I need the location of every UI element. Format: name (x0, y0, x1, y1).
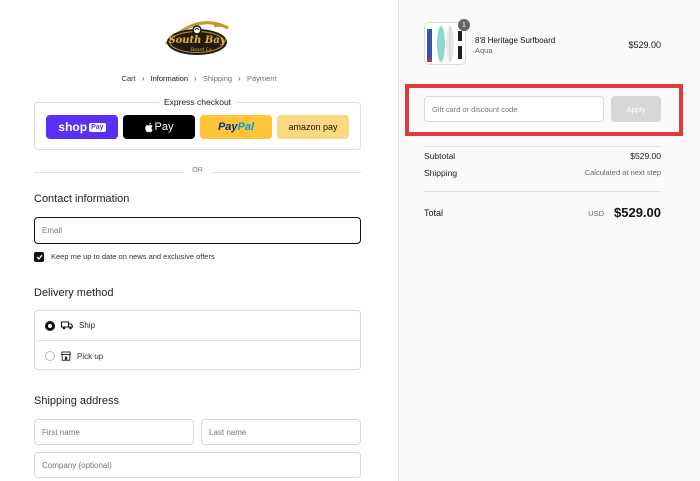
summary-divider (424, 146, 661, 147)
breadcrumb-shipping: Shipping (202, 74, 233, 83)
shipping-label: Shipping (424, 168, 458, 178)
or-divider: OR (34, 166, 361, 178)
apple-pay-button[interactable]: Pay (123, 115, 195, 139)
apply-button[interactable]: Apply (611, 96, 661, 122)
first-name-placeholder: First name (42, 427, 80, 437)
contact-information-title: Contact information (34, 193, 130, 205)
product-variant: Aqua (475, 46, 493, 55)
apple-pay-label: Pay (154, 121, 174, 133)
store-logo[interactable]: South Bay Board Co. (162, 14, 232, 64)
breadcrumb-payment: Payment (246, 74, 277, 83)
amazon-pay-button[interactable]: amazon pay (277, 115, 349, 139)
amazon-pay-label: amazon pay (288, 122, 338, 132)
apple-icon (144, 122, 153, 132)
delivery-method-options: Ship Pick up (34, 310, 361, 370)
checkout-form-panel: South Bay Board Co. Cart › Information ›… (0, 0, 398, 481)
quantity-badge: 1 (458, 19, 470, 31)
company-field[interactable]: Company (optional) (34, 452, 361, 478)
pickup-label: Pick up (77, 351, 104, 361)
chevron-right-icon: › (238, 74, 241, 83)
paypal-button[interactable]: Pay Pal (200, 115, 272, 139)
first-name-field[interactable]: First name (34, 419, 194, 445)
discount-code-field[interactable]: Gift card or discount code (424, 96, 604, 122)
delivery-option-pickup[interactable]: Pick up (35, 341, 360, 371)
newsletter-checkbox[interactable] (34, 251, 44, 262)
total-currency: USD (588, 209, 604, 218)
or-label: OR (184, 167, 211, 174)
last-name-field[interactable]: Last name (201, 419, 361, 445)
shipping-value: Calculated at next step (584, 168, 661, 177)
shipping-row: Shipping Calculated at next step (424, 168, 661, 178)
shop-pay-box: Pay (89, 122, 106, 132)
order-summary-panel (398, 0, 700, 481)
subtotal-value: $529.00 (630, 151, 661, 161)
breadcrumb-information: Information (150, 74, 189, 83)
product-name: 8'8 Heritage Surfboard (475, 36, 556, 45)
company-placeholder: Company (optional) (42, 460, 112, 470)
paypal-label-b: Pal (237, 121, 255, 133)
discount-placeholder: Gift card or discount code (432, 104, 518, 114)
newsletter-option[interactable]: Keep me up to date on news and exclusive… (34, 251, 215, 262)
chevron-right-icon: › (141, 74, 145, 83)
shipping-address-title: Shipping address (34, 395, 120, 407)
total-label: Total (424, 208, 444, 218)
breadcrumb-cart[interactable]: Cart (121, 74, 135, 83)
delivery-method-title: Delivery method (34, 287, 114, 299)
product-price: $529.00 (628, 40, 661, 50)
express-checkout: Express checkout shop Pay Pay Pay Pal ama… (34, 97, 361, 150)
checkmark-icon (36, 254, 43, 260)
email-field[interactable]: Email (34, 217, 361, 244)
subtotal-label: Subtotal (424, 151, 456, 161)
paypal-label-a: Pay (217, 121, 238, 133)
express-checkout-title: Express checkout (158, 97, 237, 107)
newsletter-label: Keep me up to date on news and exclusive… (51, 252, 215, 261)
subtotal-row: Subtotal $529.00 (424, 151, 661, 161)
email-placeholder: Email (42, 226, 63, 235)
ship-radio[interactable] (45, 320, 55, 331)
delivery-option-ship[interactable]: Ship (35, 311, 360, 341)
svg-text:Board Co.: Board Co. (191, 47, 213, 53)
shop-pay-label: shop (58, 120, 88, 134)
chevron-right-icon: › (194, 74, 197, 83)
truck-icon (61, 321, 73, 330)
ship-label: Ship (79, 321, 96, 330)
pickup-radio[interactable] (45, 351, 55, 361)
breadcrumb: Cart › Information › Shipping › Payment (0, 74, 398, 83)
svg-text:South Bay: South Bay (168, 35, 226, 46)
total-divider (424, 191, 661, 192)
last-name-placeholder: Last name (209, 427, 247, 437)
shop-pay-button[interactable]: shop Pay (46, 115, 118, 139)
store-icon (61, 351, 71, 361)
total-value: $529.00 (614, 205, 661, 220)
